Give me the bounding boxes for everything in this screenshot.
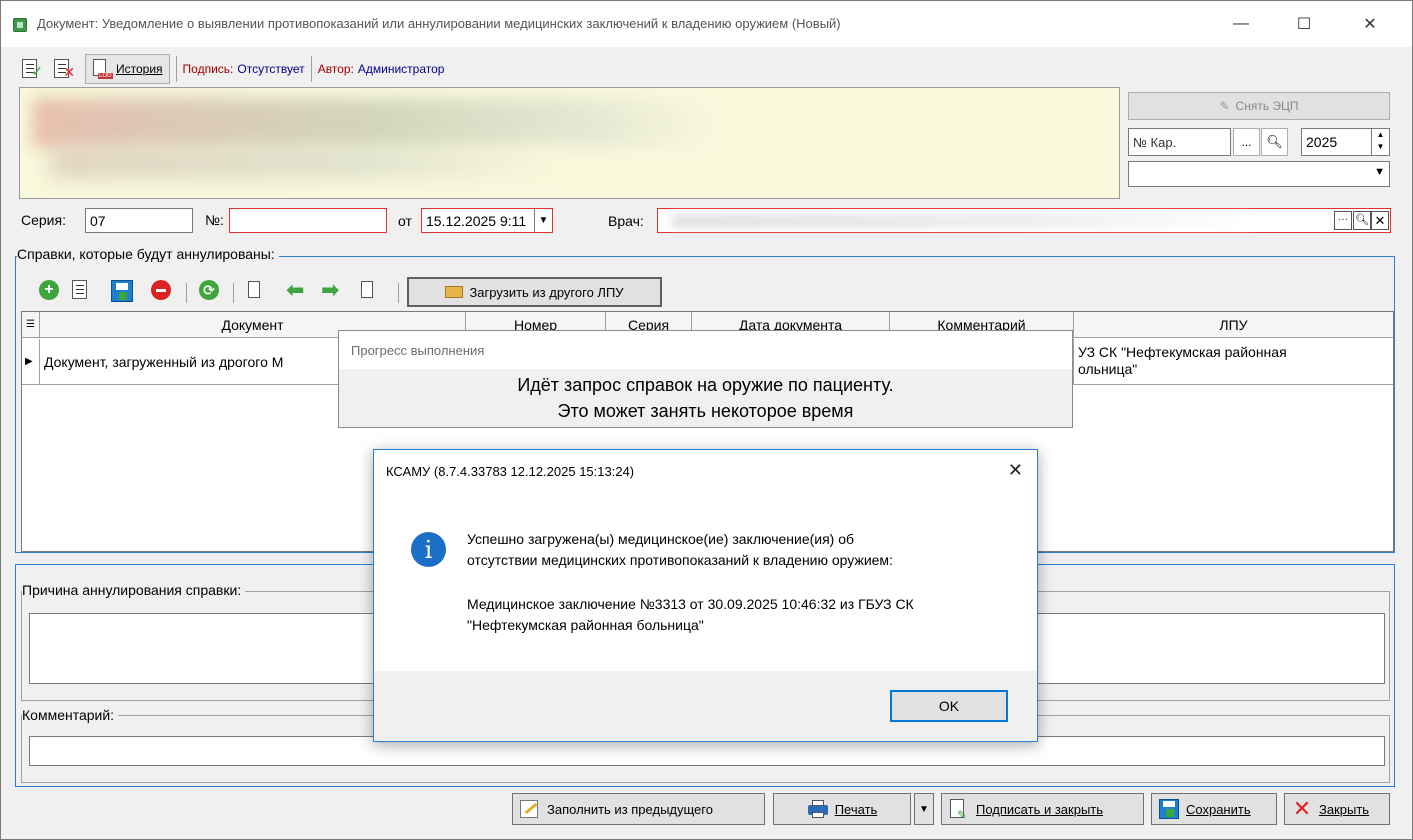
- search-icon[interactable]: 🔍︎: [1353, 211, 1371, 230]
- progress-title: Прогресс выполнения: [339, 331, 1072, 369]
- ecp-icon: ✎: [1219, 99, 1230, 113]
- certificates-group-title: Справки, которые будут аннулированы:: [17, 246, 279, 262]
- signature-value: Отсутствует: [237, 62, 305, 76]
- arrow-right-icon[interactable]: ➡: [321, 279, 351, 301]
- ruler-pencil-icon: [519, 798, 541, 820]
- message-line-4: "Нефтекумская районная больница": [467, 617, 704, 633]
- toolbar-separator: [175, 56, 177, 82]
- close-button[interactable]: ✕ Закрыть: [1284, 793, 1390, 825]
- chevron-down-icon: ▼: [1374, 166, 1385, 178]
- message-dialog: КСАМУ (8.7.4.33783 12.12.2025 15:13:24) …: [373, 449, 1038, 742]
- print-dropdown-button[interactable]: ▼: [914, 793, 934, 825]
- unsign-document-icon[interactable]: ✕: [51, 57, 75, 81]
- save-button[interactable]: Сохранить: [1151, 793, 1277, 825]
- ok-button[interactable]: OK: [890, 690, 1008, 722]
- row-indicator-icon: ▶: [22, 339, 40, 385]
- date-picker[interactable]: 15.12.2025 9:11 ▼: [421, 208, 553, 233]
- reason-group-title: Причина аннулирования справки:: [22, 582, 246, 598]
- sign-document-icon[interactable]: ✓: [19, 57, 43, 81]
- document-toolbar: ✓ ✕ LOG История Подпись: Отсутствует Авт…: [15, 53, 444, 85]
- message-line-1: Успешно загружена(ы) медицинское(ие) зак…: [467, 531, 855, 547]
- column-chooser-icon[interactable]: ☰: [22, 312, 40, 338]
- message-dialog-footer: OK: [374, 671, 1037, 741]
- author-label: Автор:: [317, 62, 354, 76]
- columns-right-icon[interactable]: [359, 280, 379, 302]
- progress-line-2: Это может занять некоторое время: [557, 401, 854, 421]
- search-icon: 🔍︎: [1266, 134, 1283, 149]
- progress-line-1: Идёт запрос справок на оружие по пациент…: [517, 375, 894, 395]
- save-icon: [1158, 798, 1180, 820]
- refresh-icon[interactable]: ⟳: [197, 278, 221, 302]
- message-line-2: отсутствии медицинских противопоказаний …: [467, 552, 893, 568]
- add-icon[interactable]: +: [37, 278, 61, 302]
- column-header[interactable]: ЛПУ: [1074, 312, 1393, 338]
- message-dialog-title: КСАМУ (8.7.4.33783 12.12.2025 15:13:24): [386, 464, 635, 479]
- message-line-3: Медицинское заключение №3313 от 30.09.20…: [467, 596, 914, 612]
- clear-icon[interactable]: ✕: [1371, 211, 1389, 230]
- title-bar: Документ: Уведомление о выявлении против…: [1, 1, 1412, 47]
- log-icon: LOG: [92, 59, 113, 79]
- chevron-down-icon: ▼: [919, 803, 929, 815]
- card-search-button[interactable]: 🔍︎: [1261, 128, 1288, 156]
- series-input[interactable]: 07: [85, 208, 193, 233]
- app-icon: [13, 18, 27, 32]
- maximize-button[interactable]: ☐: [1281, 9, 1327, 39]
- minimize-button[interactable]: —: [1218, 9, 1264, 39]
- edit-icon[interactable]: [69, 278, 93, 302]
- close-x-icon: ✕: [1292, 796, 1312, 821]
- toolbar-separator: [233, 283, 234, 303]
- sign-and-close-button[interactable]: ✎ Подписать и закрыть: [941, 793, 1144, 825]
- info-icon: i: [411, 532, 446, 567]
- toolbar-separator: [186, 283, 187, 303]
- sign-doc-icon: ✎: [948, 798, 970, 822]
- signature-label: Подпись:: [182, 62, 234, 76]
- doctor-input[interactable]: ··· 🔍︎ ✕: [657, 208, 1391, 233]
- toolbar-separator: [310, 56, 312, 82]
- folder-icon: [445, 286, 464, 298]
- from-label: от: [398, 213, 412, 229]
- redacted-patient-info: [50, 148, 570, 178]
- patient-info-panel: [19, 87, 1120, 199]
- chevron-down-icon[interactable]: ▼: [534, 209, 552, 232]
- author-value: Администратор: [357, 62, 445, 76]
- remove-ecp-button[interactable]: ✎ Снять ЭЦП: [1128, 92, 1390, 120]
- ellipsis-icon[interactable]: ···: [1334, 211, 1352, 230]
- load-from-other-lpu-button[interactable]: Загрузить из другого ЛПУ: [407, 277, 662, 307]
- arrow-left-icon[interactable]: ⬅: [286, 279, 316, 301]
- progress-dialog: Прогресс выполнения Идёт запрос справок …: [338, 330, 1073, 428]
- history-button[interactable]: LOG История: [85, 54, 170, 84]
- print-button[interactable]: Печать: [773, 793, 911, 825]
- doctor-label: Врач:: [608, 213, 644, 229]
- right-select[interactable]: ▼: [1128, 161, 1390, 187]
- table-cell[interactable]: УЗ СК "Нефтекумская районная ольница": [1074, 339, 1393, 385]
- card-browse-button[interactable]: ...: [1233, 128, 1260, 156]
- redacted-doctor-name: [672, 214, 1252, 228]
- number-label: №:: [205, 212, 224, 228]
- close-icon[interactable]: ✕: [1008, 460, 1023, 481]
- columns-left-icon[interactable]: [246, 280, 266, 302]
- delete-icon[interactable]: [149, 278, 173, 302]
- comment-group-title: Комментарий:: [22, 707, 119, 723]
- spinner-arrows-icon[interactable]: ▲ ▼: [1371, 129, 1389, 155]
- printer-icon: [807, 798, 829, 820]
- series-label: Серия:: [21, 212, 66, 228]
- redacted-patient-info: [32, 98, 722, 148]
- card-number-input[interactable]: № Кар.: [1128, 128, 1231, 156]
- window-title: Документ: Уведомление о выявлении против…: [37, 16, 841, 31]
- fill-from-previous-button[interactable]: Заполнить из предыдущего: [512, 793, 765, 825]
- toolbar-separator: [398, 283, 399, 303]
- save-icon[interactable]: [111, 280, 133, 302]
- year-spinner[interactable]: 2025 ▲ ▼: [1301, 128, 1390, 156]
- number-input[interactable]: [229, 208, 387, 233]
- close-window-button[interactable]: ✕: [1347, 9, 1393, 39]
